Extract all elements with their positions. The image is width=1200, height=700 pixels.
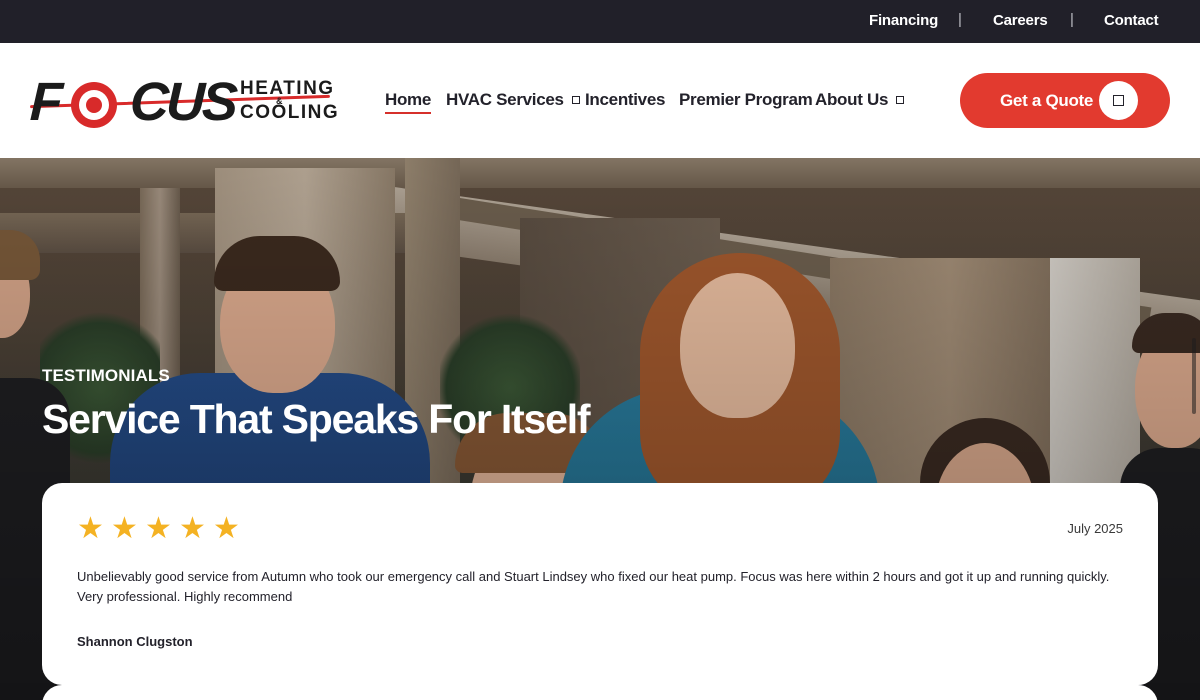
focus-logo[interactable]: F CUS HEATING & COOLING [29,72,338,132]
carousel-scrollbar[interactable] [1192,338,1196,414]
nav-incentives-label: Incentives [585,90,666,109]
hero-title: Service That Speaks For Itself [42,396,591,442]
nav-about-us[interactable]: About Us [815,90,905,110]
logo-heating: HEATING [240,78,335,99]
star-icon: ★ [213,512,240,545]
nav-incentives[interactable]: Incentives [585,90,665,110]
nav-hvac-services[interactable]: HVAC Services [446,90,580,110]
star-icon: ★ [77,512,104,545]
contact-link[interactable]: Contact [1104,12,1159,29]
testimonial-card: ★ ★ ★ ★ ★ July 2025 Unbelievably good se… [42,483,1158,685]
star-rating: ★ ★ ★ ★ ★ [77,512,241,545]
square-icon [1113,95,1124,106]
section-eyebrow: TESTIMONIALS [42,366,170,385]
target-icon [71,82,117,128]
review-author: Shannon Clugston [77,634,193,649]
nav-home-label: Home [385,90,432,109]
utility-bar: Financing | Careers | Contact [0,0,1200,43]
dropdown-icon [896,96,905,104]
financing-link[interactable]: Financing [869,12,938,29]
nav-premier-program-label: Premier Program [679,90,813,109]
careers-link[interactable]: Careers [993,12,1048,29]
site-header: F CUS HEATING & COOLING Home HVAC Servic… [0,43,1200,158]
quote-icon-circle [1099,81,1138,120]
dropdown-icon [571,96,580,104]
logo-cooling: COOLING [240,102,340,123]
nav-about-us-label: About Us [815,90,889,109]
nav-home[interactable]: Home [385,90,432,114]
star-icon: ★ [111,512,138,545]
nav-hvac-services-label: HVAC Services [446,90,564,109]
logo-wordmark-rest: CUS [128,72,237,132]
next-testimonial-card [42,685,1158,700]
nav-premier-program[interactable]: Premier Program [679,90,813,110]
star-icon: ★ [145,512,172,545]
separator: | [958,11,962,28]
get-a-quote-label: Get a Quote [1000,91,1094,110]
star-icon: ★ [179,512,206,545]
separator: | [1070,11,1074,28]
get-a-quote-button[interactable]: Get a Quote [960,73,1170,128]
review-date: July 2025 [1067,521,1123,536]
review-text: Unbelievably good service from Autumn wh… [77,569,1110,604]
logo-wordmark-f: F [28,72,62,132]
